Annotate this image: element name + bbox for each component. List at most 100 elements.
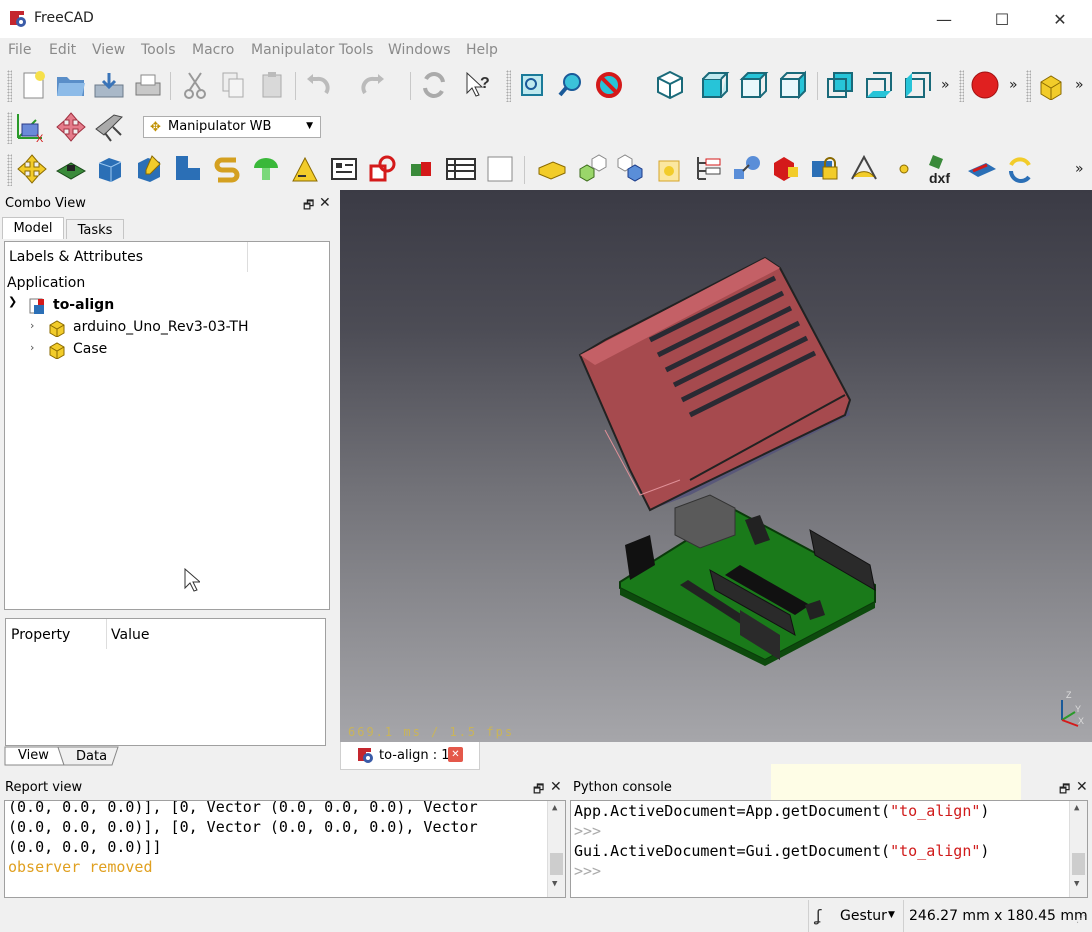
tab-tasks[interactable]: Tasks [66,219,124,239]
import-button[interactable] [964,151,1000,187]
refresh-button[interactable] [416,67,452,103]
view-rear-button[interactable] [822,67,858,103]
box-button[interactable] [92,151,128,187]
toolbar-grip[interactable] [7,112,12,144]
tree-document-to-align[interactable]: to-align [53,297,114,313]
close-tab-icon[interactable]: ✕ [448,747,463,762]
link-button[interactable] [729,151,765,187]
scroll-down-icon[interactable]: ▼ [1074,879,1079,889]
part-box-button[interactable] [534,151,570,187]
menu-macro[interactable]: Macro [192,42,234,58]
fit-all-button[interactable] [514,67,550,103]
open-button[interactable] [53,67,89,103]
measure-button[interactable] [92,109,128,145]
assembly2-button[interactable] [612,151,648,187]
print-button[interactable] [130,67,166,103]
minimize-button[interactable]: — [915,0,973,38]
workbench-selector[interactable]: ✥ Manipulator WB ▼ [143,116,321,138]
python-console[interactable]: App.ActiveDocument=App.getDocument("to_a… [570,800,1088,898]
tree-header-labels[interactable]: Labels & Attributes [9,249,143,265]
pcb-button[interactable] [53,151,89,187]
scroll-thumb[interactable] [550,853,563,875]
toolbar-overflow-button[interactable]: » [1075,77,1084,93]
toolbar-grip[interactable] [7,154,12,186]
copy-button[interactable] [215,67,251,103]
3d-viewport[interactable]: Z Y X 669.1 ms / 1.5 fps [340,190,1092,742]
move-button[interactable] [53,109,89,145]
tree-button[interactable] [690,151,726,187]
tree-application[interactable]: Application [7,275,85,291]
menu-view[interactable]: View [92,42,125,58]
part-button[interactable] [1034,67,1070,103]
dxf-export-button[interactable]: dxf [924,151,960,187]
scroll-thumb[interactable] [1072,853,1085,875]
report-scrollbar[interactable]: ▲ ▼ [547,801,565,897]
undock-icon[interactable]: 🗗 [533,780,544,801]
close-icon[interactable]: ✕ [319,195,331,211]
whats-this-button[interactable]: ? [460,67,496,103]
fit-selection-button[interactable] [553,67,589,103]
chevron-down-icon[interactable]: ❯ [8,295,17,308]
close-button[interactable]: ✕ [1031,0,1089,38]
align-shapes-button[interactable] [365,151,401,187]
tree-item-arduino[interactable]: arduino_Uno_Rev3-03-TH [73,319,248,335]
toolbar-grip[interactable] [1026,70,1031,102]
tab-view[interactable]: View [18,748,49,763]
tab-data[interactable]: Data [76,749,107,764]
report-view[interactable]: (0.0, 0.0, 0.0)], [0, Vector (0.0, 0.0, … [4,800,566,898]
navigation-style-button[interactable]: Gestur [840,908,887,924]
draw-style-button[interactable] [591,67,627,103]
blank-button[interactable] [482,151,518,187]
toolbar-grip[interactable] [506,70,511,102]
chevron-down-icon[interactable]: ▼ [888,910,895,920]
align-axes-button[interactable]: X [13,109,49,145]
maximize-button[interactable]: ☐ [973,0,1031,38]
resize-grip-icon[interactable]: ⋰ [1076,914,1086,925]
macro-record-button[interactable] [967,67,1003,103]
menu-help[interactable]: Help [466,42,498,58]
toolbar-overflow-button[interactable]: » [1075,161,1084,177]
mushroom-button[interactable] [248,151,284,187]
scroll-up-icon[interactable]: ▲ [552,803,557,813]
box-edit-button[interactable] [131,151,167,187]
menu-tools[interactable]: Tools [141,42,176,58]
property-header[interactable]: Property [11,627,70,643]
joint-button[interactable] [404,151,440,187]
toolbar-grip[interactable] [7,70,12,102]
menu-file[interactable]: File [8,42,31,58]
redo-button[interactable] [355,67,391,103]
transparent-box-button[interactable] [651,151,687,187]
scroll-down-icon[interactable]: ▼ [552,879,557,889]
sweep-button[interactable] [209,151,245,187]
menu-edit[interactable]: Edit [49,42,76,58]
lock-button[interactable] [807,151,843,187]
red-box-button[interactable] [768,151,804,187]
view-right-button[interactable] [775,67,811,103]
chevron-right-icon[interactable]: › [30,341,34,354]
undock-icon[interactable]: 🗗 [303,196,314,217]
toolbar-grip[interactable] [959,70,964,102]
manipulator-move-button[interactable] [14,151,50,187]
console-scrollbar[interactable]: ▲ ▼ [1069,801,1087,897]
view-top-button[interactable] [736,67,772,103]
panel-button[interactable] [326,151,362,187]
point-button[interactable] [886,151,922,187]
cut-button[interactable] [177,67,213,103]
view-isometric-button[interactable] [652,67,688,103]
undock-icon[interactable]: 🗗 [1059,780,1070,801]
toolbar-overflow-button[interactable]: » [1009,77,1018,93]
paste-button[interactable] [254,67,290,103]
rotate-button[interactable] [1003,151,1039,187]
close-icon[interactable]: ✕ [550,779,562,795]
tab-model[interactable]: Model [2,217,64,239]
table-button[interactable] [443,151,479,187]
chevron-right-icon[interactable]: › [30,319,34,332]
toolbar-overflow-button[interactable]: » [941,77,950,93]
measure-angle-button[interactable] [287,151,323,187]
menu-windows[interactable]: Windows [388,42,451,58]
assembly-button[interactable] [574,151,610,187]
scroll-up-icon[interactable]: ▲ [1074,803,1079,813]
view-front-button[interactable] [697,67,733,103]
draft-button[interactable] [846,151,882,187]
new-document-button[interactable] [15,67,51,103]
